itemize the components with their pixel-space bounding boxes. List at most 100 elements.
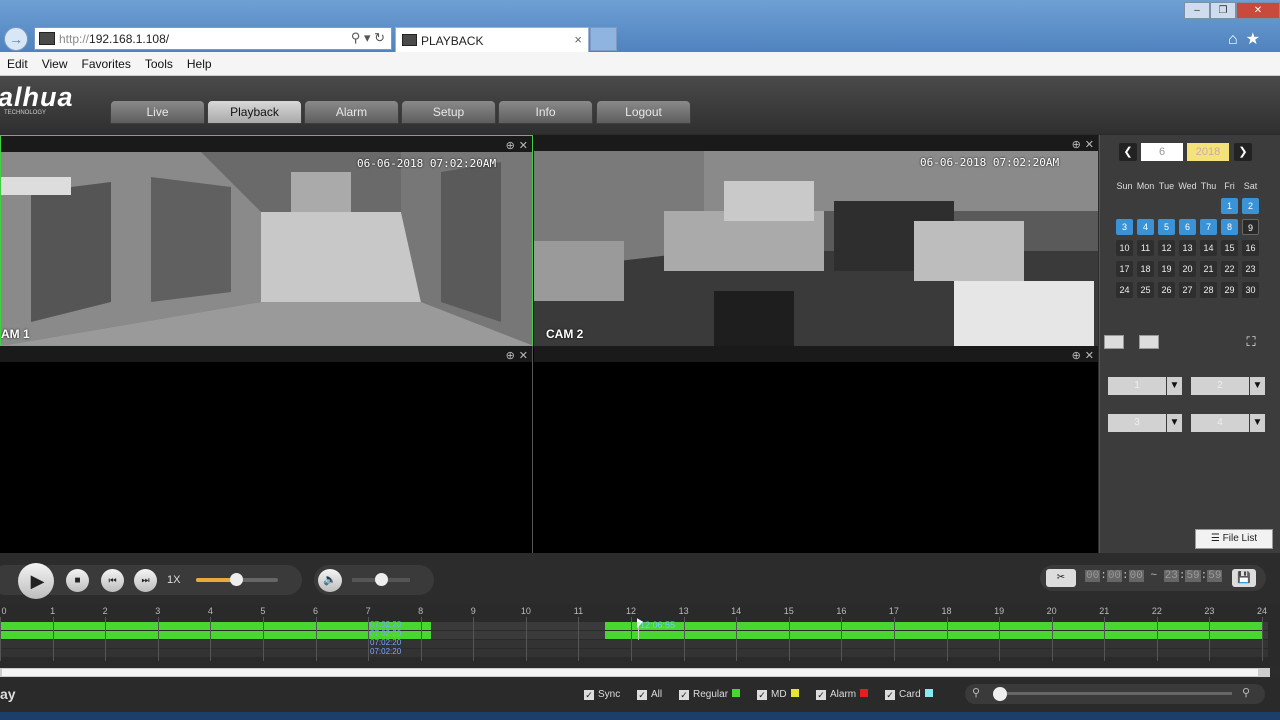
calendar-day-7[interactable]: 7 xyxy=(1200,219,1217,235)
calendar-day-15[interactable]: 15 xyxy=(1221,240,1238,256)
calendar-day-19[interactable]: 19 xyxy=(1158,261,1175,277)
regular-checkbox[interactable]: ✓ Regular xyxy=(679,689,741,700)
hour-tick-0: 0 xyxy=(1,606,7,616)
calendar-day-14[interactable]: 14 xyxy=(1200,240,1217,256)
zoom-out-icon[interactable]: ⚲ xyxy=(972,686,980,699)
zoom-icon[interactable]: ⊕ xyxy=(506,350,515,362)
next-month-icon[interactable]: ❯ xyxy=(1234,143,1252,161)
home-star-icons[interactable]: ⌂★ xyxy=(1228,29,1268,49)
calendar-day-30[interactable]: 30 xyxy=(1242,282,1259,298)
calendar-day-24[interactable]: 24 xyxy=(1116,282,1133,298)
calendar-day-26[interactable]: 26 xyxy=(1158,282,1175,298)
video-pane-1[interactable]: ⊕ ✕ 06-06-2018 07:02:20AM AM 1 xyxy=(0,135,533,346)
sync-checkbox[interactable]: ✓ Sync xyxy=(584,689,620,700)
calendar-day-18[interactable]: 18 xyxy=(1137,261,1154,277)
tab-setup[interactable]: Setup xyxy=(401,100,496,124)
calendar-day-8[interactable]: 8 xyxy=(1221,219,1238,235)
minimize-icon[interactable]: – xyxy=(1184,2,1210,19)
close-window-icon[interactable]: ✕ xyxy=(1236,2,1280,19)
next-frame-button[interactable]: ⏭ xyxy=(134,569,157,592)
save-icon[interactable]: 💾 xyxy=(1232,569,1256,587)
video-pane-4[interactable]: ⊕ ✕ xyxy=(534,346,1098,553)
calendar-day-1[interactable]: 1 xyxy=(1221,198,1238,214)
close-icon[interactable]: ✕ xyxy=(1085,350,1094,362)
calendar-month[interactable]: 6 xyxy=(1141,143,1183,161)
file-list-button[interactable]: ☰ File List xyxy=(1195,529,1273,549)
calendar-day-20[interactable]: 20 xyxy=(1179,261,1196,277)
tab-playback[interactable]: Playback xyxy=(207,100,302,124)
prev-month-icon[interactable]: ❮ xyxy=(1119,143,1137,161)
volume-icon[interactable]: 🔈 xyxy=(318,569,342,592)
zoom-slider[interactable] xyxy=(1000,692,1232,695)
channel-select-4[interactable]: 4 ▼ xyxy=(1191,414,1265,432)
restore-icon[interactable]: ❐ xyxy=(1210,2,1236,19)
back-icon[interactable]: → xyxy=(4,27,28,51)
zoom-icon[interactable]: ⊕ xyxy=(1072,350,1081,362)
calendar-day-11[interactable]: 11 xyxy=(1137,240,1154,256)
menu-edit[interactable]: Edit xyxy=(0,52,35,71)
calendar-day-23[interactable]: 23 xyxy=(1242,261,1259,277)
chevron-down-icon: ▼ xyxy=(1250,377,1265,395)
channel-select-1[interactable]: 1 ▼ xyxy=(1108,377,1182,395)
single-layout-icon[interactable] xyxy=(1104,335,1124,349)
close-icon[interactable]: ✕ xyxy=(1085,139,1094,151)
calendar-day-22[interactable]: 22 xyxy=(1221,261,1238,277)
quad-layout-icon[interactable] xyxy=(1139,335,1159,349)
scrollbar-thumb[interactable] xyxy=(2,669,1258,676)
fullscreen-icon[interactable]: ⛶ xyxy=(1241,334,1261,349)
calendar-day-9[interactable]: 9 xyxy=(1242,219,1259,235)
tab-alarm[interactable]: Alarm xyxy=(304,100,399,124)
tab-logout[interactable]: Logout xyxy=(596,100,691,124)
menu-view[interactable]: View xyxy=(35,52,75,71)
calendar-year[interactable]: 2018 xyxy=(1187,143,1229,161)
card-checkbox[interactable]: ✓ Card xyxy=(885,689,933,700)
channel-select-3[interactable]: 3 ▼ xyxy=(1108,414,1182,432)
prev-frame-button[interactable]: ⏮ xyxy=(101,569,124,592)
menu-tools[interactable]: Tools xyxy=(138,52,180,71)
search-icon[interactable]: ⚲ ▾ ↻ xyxy=(351,30,385,46)
hour-gridline xyxy=(736,617,738,661)
calendar-day-25[interactable]: 25 xyxy=(1137,282,1154,298)
calendar-day-17[interactable]: 17 xyxy=(1116,261,1133,277)
clip-icon[interactable]: ✂ xyxy=(1046,569,1076,587)
alarm-checkbox[interactable]: ✓ Alarm xyxy=(816,689,869,700)
play-button[interactable]: ▶ xyxy=(18,563,54,599)
volume-slider-knob[interactable] xyxy=(375,573,388,586)
close-icon[interactable]: ✕ xyxy=(519,350,528,362)
menu-help[interactable]: Help xyxy=(180,52,219,71)
calendar-day-16[interactable]: 16 xyxy=(1242,240,1259,256)
calendar-day-2[interactable]: 2 xyxy=(1242,198,1259,214)
zoom-in-icon[interactable]: ⚲ xyxy=(1242,686,1250,699)
calendar-day-4[interactable]: 4 xyxy=(1137,219,1154,235)
zoom-slider-knob[interactable] xyxy=(993,687,1007,701)
speed-slider-knob[interactable] xyxy=(230,573,243,586)
menu-favorites[interactable]: Favorites xyxy=(74,52,137,71)
calendar-day-29[interactable]: 29 xyxy=(1221,282,1238,298)
calendar-day-5[interactable]: 5 xyxy=(1158,219,1175,235)
calendar-day-6[interactable]: 6 xyxy=(1179,219,1196,235)
stop-button[interactable]: ■ xyxy=(66,569,89,592)
zoom-icon[interactable]: ⊕ xyxy=(1072,139,1081,151)
timeline-scrollbar[interactable] xyxy=(0,668,1270,677)
all-checkbox[interactable]: ✓ All xyxy=(637,689,662,700)
calendar-day-13[interactable]: 13 xyxy=(1179,240,1196,256)
calendar-day-3[interactable]: 3 xyxy=(1116,219,1133,235)
new-tab-button[interactable] xyxy=(590,27,617,51)
video-pane-3[interactable]: ⊕ ✕ xyxy=(0,346,533,553)
tab-live[interactable]: Live xyxy=(110,100,205,124)
tab-info[interactable]: Info xyxy=(498,100,593,124)
close-icon[interactable]: ✕ xyxy=(519,140,528,152)
channel-select-2[interactable]: 2 ▼ xyxy=(1191,377,1265,395)
browser-tab[interactable]: PLAYBACK × xyxy=(395,27,589,52)
calendar-day-21[interactable]: 21 xyxy=(1200,261,1217,277)
zoom-icon[interactable]: ⊕ xyxy=(506,140,515,152)
clip-time-range[interactable]: 00:00:00 ~ 23:59:59 xyxy=(1085,570,1223,582)
close-tab-icon[interactable]: × xyxy=(574,32,582,47)
calendar-day-10[interactable]: 10 xyxy=(1116,240,1133,256)
calendar-day-12[interactable]: 12 xyxy=(1158,240,1175,256)
calendar-day-27[interactable]: 27 xyxy=(1179,282,1196,298)
calendar-day-28[interactable]: 28 xyxy=(1200,282,1217,298)
address-bar[interactable]: http://192.168.1.108/ ⚲ ▾ ↻ xyxy=(34,27,392,50)
md-checkbox[interactable]: ✓ MD xyxy=(757,689,799,700)
video-pane-2[interactable]: ⊕ ✕ 06-06-2018 07:02:20AM CAM 2 xyxy=(534,135,1098,346)
